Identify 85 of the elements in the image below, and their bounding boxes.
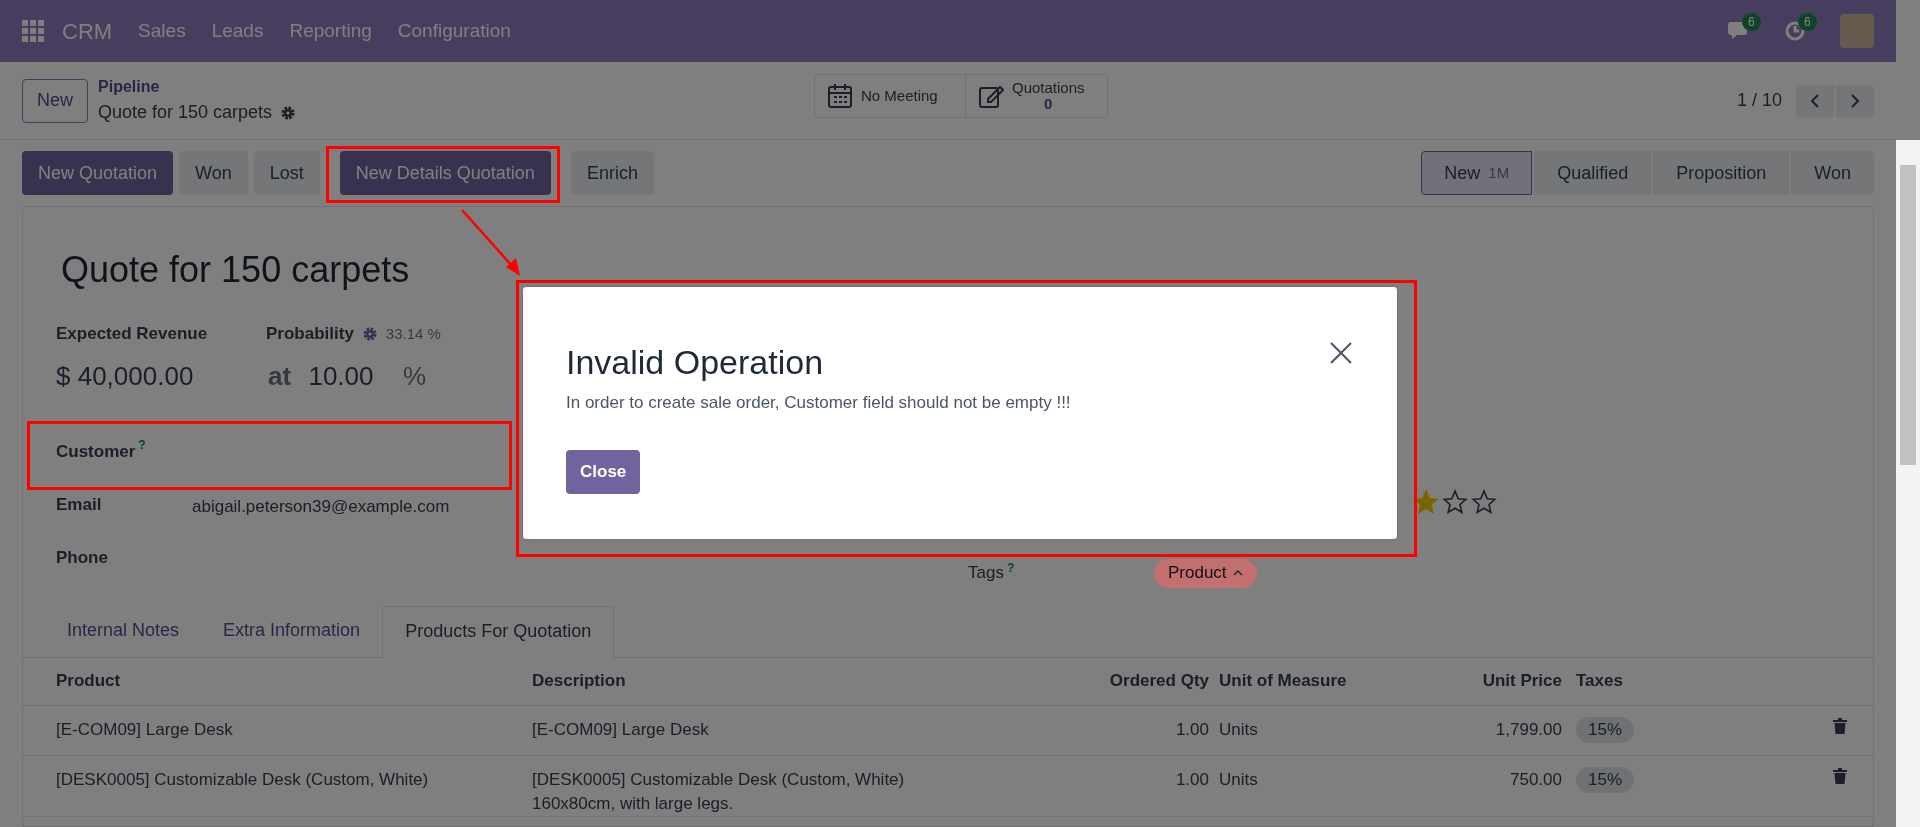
table-cell-text: Units [1219,718,1259,741]
annotation-arrow [460,208,522,278]
star-icon [1442,488,1468,515]
table-cell-text: 750.00 [1509,768,1563,791]
previous-button[interactable] [1796,84,1834,117]
stage-count: 1M [1488,162,1510,183]
table-cell-text: 1,799.00 [1494,718,1563,741]
tab[interactable]: Extra Information [201,604,383,657]
help-tooltip[interactable]: ? [1006,562,1015,575]
stage-button[interactable]: Qualified [1534,151,1652,195]
probability-value: 10.00 [308,360,375,393]
caret-icon [1232,569,1243,577]
menu-item[interactable]: Leads [211,16,264,46]
table-cell-text: Units [1219,768,1259,791]
new-button[interactable]: New [22,78,88,123]
table-cell-text: [DESK0005] Customizable Desk (Custom, White) [55,768,430,791]
action-button[interactable]: New Quotation [22,151,174,195]
column-header[interactable]: Unit of Measure [1219,668,1409,694]
help-tooltip[interactable]: ? [138,438,146,451]
field-label: Customer [56,440,136,463]
close-button[interactable]: Close [566,449,641,494]
next-button[interactable] [1836,84,1874,117]
stage-button[interactable]: New 1M [1421,151,1533,195]
clock-icon[interactable] [1784,20,1806,42]
percent-sign: % [402,360,426,393]
tax-badge: 15% [1576,766,1635,793]
delete-icon[interactable] [1833,767,1847,784]
at-label: at [268,360,293,393]
menu-item[interactable]: Configuration [397,16,511,46]
close-icon[interactable] [1330,342,1352,364]
stage-button[interactable]: Proposition [1653,151,1790,195]
column-header[interactable]: Description [532,668,1032,694]
column-header[interactable]: Ordered Qty [1032,668,1219,694]
field-label: Probability [266,323,354,345]
chevron-left-icon [1808,92,1822,109]
action-button[interactable]: Enrich [570,151,654,195]
notification-count: 6 [1798,13,1817,31]
edit-icon [978,83,1004,109]
notification-count: 6 [1742,13,1761,31]
gear-icon[interactable] [361,325,378,342]
star-icon [1471,488,1497,515]
chevron-right-icon [1848,92,1862,109]
column-header[interactable]: Taxes [1576,668,1676,694]
field-label: Email [56,493,102,516]
gear-icon[interactable] [280,104,297,121]
table-cell-text: [DESK0005] Customizable Desk (Custom, White) [532,768,906,791]
menu-item[interactable]: Sales [138,16,186,46]
app-name[interactable]: CRM [62,14,113,48]
dialog-message: In order to create sale order, Customer field should not be empty !!! [566,392,1072,414]
tab[interactable]: Internal Notes [45,604,202,657]
app-menu-icon[interactable] [22,20,44,42]
action-button[interactable]: New Details Quotation [339,151,551,195]
tab[interactable]: Products For Quotation [382,605,615,658]
field-value: abigail.peterson39@example.com [192,495,450,518]
action-button[interactable]: Won [179,151,248,195]
auto-probability: 33.14 % [385,323,441,344]
breadcrumb-link[interactable]: Pipeline [98,75,297,99]
smart-button[interactable]: Quotations 0 [965,75,1107,117]
table-cell-text: 1.00 [1174,718,1210,741]
column-header[interactable]: Unit Price [1409,668,1576,694]
record-title: Quote for 150 carpets [61,248,411,292]
smart-button-count: 0 [1044,96,1053,112]
delete-icon[interactable] [1833,717,1847,734]
table-cell-text: 160x80cm, with large legs. [532,792,735,815]
scrollbar[interactable] [1896,140,1920,827]
revenue-value: $ 40,000.00 [56,360,195,393]
column-header[interactable]: Product [23,668,532,694]
dialog-title: Invalid Operation [566,342,824,383]
field-label: Tags [968,562,1004,585]
field-label: Phone [56,546,108,569]
table-cell-text: [E-COM09] Large Desk [55,718,234,741]
table-cell-text: 1.00 [1174,768,1210,791]
menu-item[interactable]: Reporting [289,16,372,46]
tax-badge: 15% [1576,716,1635,743]
table-cell-text: [E-COM09] Large Desk [532,718,710,741]
calendar-icon [827,83,853,109]
smart-button-label: No Meeting [861,88,938,104]
field-label: Expected Revenue [56,323,209,345]
stage-button[interactable]: Won [1791,151,1874,195]
tag-pill[interactable]: Product [1154,558,1257,588]
pager-value: 1 / 10 [1736,89,1782,112]
record-title: Quote for 150 carpets [98,101,273,124]
action-button[interactable]: Lost [253,151,320,195]
smart-button-label: Quotations [1012,80,1085,96]
smart-button[interactable]: No Meeting [815,75,965,117]
